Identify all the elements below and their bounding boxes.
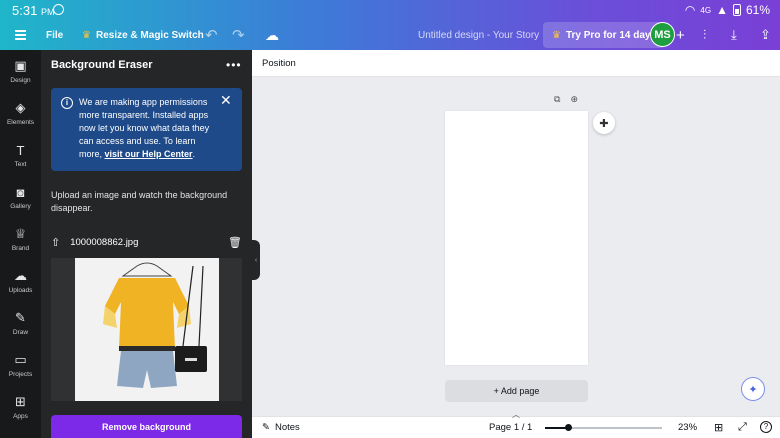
image-preview	[51, 258, 242, 401]
text-icon: T	[16, 142, 25, 158]
rail-item-elements[interactable]: ◈ Elements	[0, 92, 41, 134]
undo-icon[interactable]: ↶	[205, 20, 218, 50]
file-menu-button[interactable]: File	[46, 20, 63, 50]
top-bar: 5:31 PM ◠ 4G ▲ 61% File ♛ Resize & Magic…	[0, 0, 780, 50]
rail-item-gallery[interactable]: ◙ Gallery	[0, 176, 41, 218]
add-page-icon[interactable]: ⊕	[570, 94, 578, 105]
page-indicator[interactable]: Page 1 / 1	[489, 422, 532, 433]
upload-icon: ☁	[14, 268, 27, 283]
grid-view-icon[interactable]: ⊞	[714, 421, 723, 434]
uploaded-photo[interactable]	[75, 258, 219, 401]
add-collaborator-icon[interactable]: +	[676, 20, 685, 50]
remove-background-button[interactable]: Remove background	[51, 415, 242, 438]
notice-end: .	[192, 149, 196, 159]
download-icon[interactable]: ⤓	[731, 20, 737, 50]
context-toolbar: Position	[252, 50, 780, 77]
rail-label: Gallery	[10, 202, 31, 210]
rail-label: Apps	[13, 413, 28, 420]
position-button[interactable]: Position	[262, 58, 296, 69]
magic-assistant-icon[interactable]: ✦	[741, 377, 765, 401]
camera-icon: ◙	[16, 184, 25, 200]
status-right: ◠ 4G ▲ 61%	[685, 3, 770, 17]
editor-footer: ︿ ✎ Notes Page 1 / 1 23% ⊞ ⤢ ?	[252, 410, 780, 438]
status-time-value: 5:31	[12, 3, 38, 18]
try-pro-label: Try Pro for 14 days	[565, 29, 657, 41]
left-rail: ▣ Design ◈ Elements T Text ◙ Gallery ♕ Brand …	[0, 50, 41, 438]
redo-icon[interactable]: ↷	[232, 20, 245, 50]
menu-icon[interactable]	[14, 20, 26, 50]
clothing-photo	[75, 258, 219, 401]
rail-item-draw[interactable]: ✎ Draw	[0, 302, 41, 344]
rail-label: Brand	[11, 245, 30, 252]
wifi-icon: ◠	[684, 3, 696, 17]
design-page[interactable]	[445, 111, 588, 365]
duplicate-page-icon[interactable]: ⧉	[554, 94, 560, 105]
folder-icon: ▭	[14, 352, 27, 367]
notice-text: We are making app permissions more trans…	[79, 96, 219, 161]
insights-icon[interactable]: ⫶	[703, 20, 706, 50]
apps-icon: ⊞	[15, 394, 26, 409]
zoom-level[interactable]: 23%	[678, 422, 697, 433]
network-type: 4G	[700, 5, 712, 15]
pen-icon: ✎	[15, 310, 26, 325]
zoom-slider-thumb[interactable]	[565, 424, 573, 431]
notification-icon	[53, 4, 64, 15]
uploaded-file-row: ⇧ 1000008862.jpg 🗑	[51, 234, 242, 250]
help-center-link[interactable]: visit our Help Center	[105, 149, 193, 159]
signal-icon: ▲	[716, 3, 728, 17]
rail-label: Elements	[6, 119, 35, 126]
editor-toolbar: File ♛ Resize & Magic Switch ↶ ↷ ☁ Untit…	[0, 20, 780, 50]
notes-label: Notes	[274, 422, 300, 433]
shapes-icon: ◈	[15, 100, 26, 115]
layout-icon: ▣	[14, 58, 27, 73]
notes-button[interactable]: ✎ Notes	[262, 422, 300, 433]
zoom-slider[interactable]	[545, 424, 662, 431]
fullscreen-icon[interactable]: ⤢	[738, 421, 747, 434]
battery-icon	[732, 4, 741, 16]
rail-label: Text	[14, 160, 27, 168]
cloud-sync-icon[interactable]: ☁	[265, 20, 279, 50]
panel-description: Upload an image and watch the background…	[51, 190, 228, 213]
upload-icon[interactable]: ⇧	[51, 236, 60, 249]
crown-icon: ♛	[82, 29, 91, 41]
share-icon[interactable]: ⇪	[760, 20, 771, 50]
rail-label: Draw	[12, 329, 29, 336]
file-name: 1000008862.jpg	[70, 236, 139, 248]
rail-item-uploads[interactable]: ☁ Uploads	[0, 260, 41, 302]
notes-icon: ✎	[262, 422, 270, 433]
chevron-up-icon[interactable]: ︿	[512, 409, 520, 420]
comment-icon[interactable]: ✚	[593, 112, 615, 134]
more-options-icon[interactable]: •••	[226, 58, 242, 72]
rail-item-brand[interactable]: ♕ Brand	[0, 218, 41, 260]
crown-icon: ♛	[552, 29, 561, 41]
panel-title: Background Eraser	[51, 59, 153, 71]
rail-item-design[interactable]: ▣ Design	[0, 50, 41, 92]
battery-level: 61%	[745, 3, 770, 17]
rail-item-apps[interactable]: ⊞ Apps	[0, 386, 41, 428]
help-icon[interactable]: ?	[760, 421, 772, 433]
trash-icon[interactable]: 🗑	[228, 236, 242, 249]
close-icon[interactable]: ✕	[220, 92, 232, 109]
try-pro-button[interactable]: ♛ Try Pro for 14 days	[543, 22, 666, 48]
add-page-button[interactable]: + Add page	[445, 380, 588, 402]
document-title[interactable]: Untitled design - Your Story	[418, 20, 539, 50]
resize-label: Resize & Magic Switch	[95, 29, 204, 41]
rail-label: Uploads	[8, 287, 33, 294]
app-panel: Background Eraser ••• i We are making ap…	[41, 50, 252, 438]
collapse-panel-handle[interactable]: ‹	[252, 240, 260, 280]
rail-label: Design	[10, 77, 31, 84]
page-tools: ⧉ ⊕	[554, 94, 578, 105]
status-bar: 5:31 PM ◠ 4G ▲ 61%	[0, 0, 780, 20]
rail-item-projects[interactable]: ▭ Projects	[0, 344, 41, 386]
rail-label: Projects	[8, 371, 33, 378]
info-icon: i	[61, 97, 73, 109]
avatar[interactable]: MS	[650, 22, 675, 47]
permissions-notice: i We are making app permissions more tra…	[51, 88, 242, 171]
resize-button[interactable]: ♛ Resize & Magic Switch	[82, 20, 204, 50]
rail-item-text[interactable]: T Text	[0, 134, 41, 176]
brand-icon: ♕	[14, 226, 27, 241]
status-time: 5:31 PM	[12, 3, 54, 18]
